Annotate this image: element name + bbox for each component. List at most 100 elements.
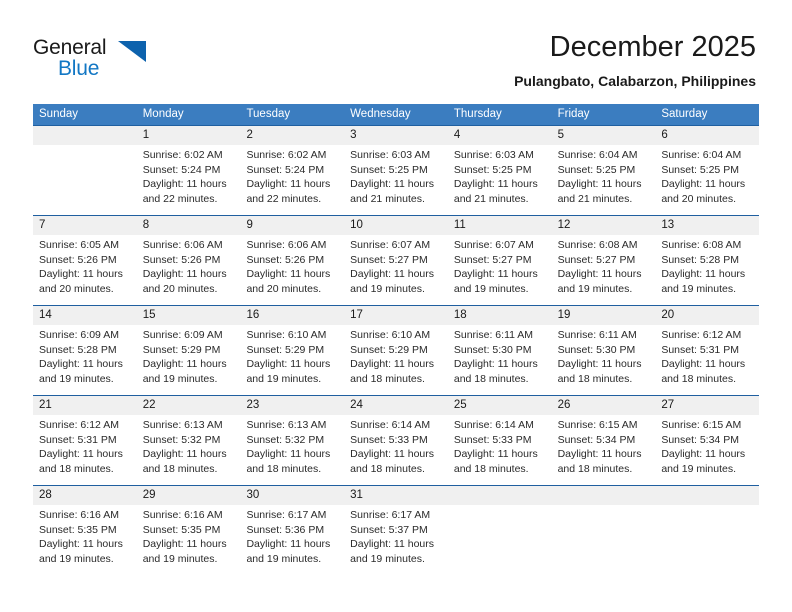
general-blue-logo[interactable]: General Blue <box>33 36 163 82</box>
sunrise-text: Sunrise: 6:04 AM <box>661 149 742 161</box>
day-cell[interactable] <box>33 145 137 215</box>
day-number: 12 <box>557 219 571 231</box>
daylight-text: Daylight: 11 hours and 19 minutes. <box>350 268 435 295</box>
day-cell[interactable]: Sunrise: 6:08 AM Sunset: 5:28 PM Dayligh… <box>655 235 759 305</box>
day-cell[interactable]: Sunrise: 6:02 AM Sunset: 5:24 PM Dayligh… <box>240 145 344 215</box>
day-number: 5 <box>557 129 564 141</box>
day-cell[interactable]: Sunrise: 6:16 AM Sunset: 5:35 PM Dayligh… <box>137 505 241 575</box>
daylight-text: Daylight: 11 hours and 18 minutes. <box>246 448 331 475</box>
day-cell[interactable]: Sunrise: 6:03 AM Sunset: 5:25 PM Dayligh… <box>344 145 448 215</box>
day-number: 2 <box>246 129 253 141</box>
logo-triangle-icon <box>118 41 146 62</box>
sunrise-text: Sunrise: 6:09 AM <box>39 329 119 341</box>
weekday-header-tuesday: Tuesday <box>246 108 291 120</box>
page-subtitle: Pulangbato, Calabarzon, Philippines <box>514 73 756 89</box>
day-number: 17 <box>350 309 363 321</box>
day-number: 26 <box>557 399 571 411</box>
day-cell[interactable]: Sunrise: 6:07 AM Sunset: 5:27 PM Dayligh… <box>448 235 552 305</box>
day-cell[interactable]: Sunrise: 6:02 AM Sunset: 5:24 PM Dayligh… <box>137 145 241 215</box>
daylight-text: Daylight: 11 hours and 18 minutes. <box>350 448 435 475</box>
weekday-header-row: Sunday Monday Tuesday Wednesday Thursday… <box>33 104 759 125</box>
sunset-text: Sunset: 5:25 PM <box>350 163 428 176</box>
sunset-text: Sunset: 5:35 PM <box>142 523 221 536</box>
daylight-text: Daylight: 11 hours and 19 minutes. <box>39 538 123 565</box>
sunrise-text: Sunrise: 6:11 AM <box>557 329 637 341</box>
day-cell[interactable]: Sunrise: 6:08 AM Sunset: 5:27 PM Dayligh… <box>552 235 656 305</box>
day-cell[interactable]: Sunrise: 6:04 AM Sunset: 5:25 PM Dayligh… <box>655 145 759 215</box>
sunset-text: Sunset: 5:30 PM <box>557 343 636 356</box>
day-number: 20 <box>661 309 675 321</box>
sunset-text: Sunset: 5:25 PM <box>557 163 636 176</box>
week-daynumber-band: 7 8 9 10 11 12 13 <box>33 216 759 235</box>
day-cell[interactable] <box>448 505 552 575</box>
day-cell[interactable]: Sunrise: 6:14 AM Sunset: 5:33 PM Dayligh… <box>344 415 448 485</box>
day-number: 14 <box>39 309 52 321</box>
week-content-row: Sunrise: 6:12 AM Sunset: 5:31 PM Dayligh… <box>33 415 759 485</box>
sunrise-text: Sunrise: 6:14 AM <box>350 419 431 431</box>
day-cell[interactable]: Sunrise: 6:16 AM Sunset: 5:35 PM Dayligh… <box>33 505 137 575</box>
day-cell[interactable]: Sunrise: 6:03 AM Sunset: 5:25 PM Dayligh… <box>448 145 552 215</box>
day-cell[interactable]: Sunrise: 6:06 AM Sunset: 5:26 PM Dayligh… <box>137 235 241 305</box>
sunrise-text: Sunrise: 6:11 AM <box>453 329 534 341</box>
daylight-text: Daylight: 11 hours and 20 minutes. <box>142 268 227 295</box>
daylight-text: Daylight: 11 hours and 21 minutes. <box>350 178 435 205</box>
day-cell[interactable]: Sunrise: 6:10 AM Sunset: 5:29 PM Dayligh… <box>344 325 448 395</box>
day-cell[interactable]: Sunrise: 6:06 AM Sunset: 5:26 PM Dayligh… <box>240 235 344 305</box>
daylight-text: Daylight: 11 hours and 19 minutes. <box>39 358 123 385</box>
day-number: 21 <box>39 399 52 411</box>
daylight-text: Daylight: 11 hours and 19 minutes. <box>142 538 227 565</box>
daylight-text: Daylight: 11 hours and 18 minutes. <box>39 448 123 475</box>
day-number: 7 <box>39 219 46 231</box>
day-cell[interactable]: Sunrise: 6:09 AM Sunset: 5:29 PM Dayligh… <box>137 325 241 395</box>
sunset-text: Sunset: 5:25 PM <box>453 163 532 176</box>
day-cell[interactable]: Sunrise: 6:13 AM Sunset: 5:32 PM Dayligh… <box>240 415 344 485</box>
week-daynumber-band: 14 15 16 17 18 19 20 <box>33 306 759 325</box>
week-row: 14 15 16 17 18 19 20 Sunrise: 6:09 AM Su… <box>33 305 759 395</box>
day-cell[interactable]: Sunrise: 6:14 AM Sunset: 5:33 PM Dayligh… <box>448 415 552 485</box>
daylight-text: Daylight: 11 hours and 20 minutes. <box>39 268 123 295</box>
sunrise-text: Sunrise: 6:14 AM <box>453 419 534 431</box>
day-cell[interactable]: Sunrise: 6:12 AM Sunset: 5:31 PM Dayligh… <box>655 325 759 395</box>
day-cell[interactable]: Sunrise: 6:04 AM Sunset: 5:25 PM Dayligh… <box>552 145 656 215</box>
day-cell[interactable]: Sunrise: 6:11 AM Sunset: 5:30 PM Dayligh… <box>552 325 656 395</box>
sunset-text: Sunset: 5:35 PM <box>39 523 117 536</box>
sunset-text: Sunset: 5:36 PM <box>246 523 325 536</box>
day-cell[interactable]: Sunrise: 6:15 AM Sunset: 5:34 PM Dayligh… <box>655 415 759 485</box>
sunset-text: Sunset: 5:37 PM <box>350 523 428 536</box>
day-cell[interactable]: Sunrise: 6:17 AM Sunset: 5:37 PM Dayligh… <box>344 505 448 575</box>
day-cell[interactable]: Sunrise: 6:13 AM Sunset: 5:32 PM Dayligh… <box>137 415 241 485</box>
sunset-text: Sunset: 5:27 PM <box>557 253 636 266</box>
sunrise-text: Sunrise: 6:07 AM <box>453 239 534 251</box>
day-number <box>552 486 656 505</box>
day-number: 19 <box>557 309 571 321</box>
weekday-header-friday: Friday <box>557 108 590 120</box>
day-number: 31 <box>350 489 363 501</box>
day-cell[interactable] <box>655 505 759 575</box>
day-number: 27 <box>661 399 675 411</box>
day-cell[interactable]: Sunrise: 6:09 AM Sunset: 5:28 PM Dayligh… <box>33 325 137 395</box>
day-cell[interactable]: Sunrise: 6:15 AM Sunset: 5:34 PM Dayligh… <box>552 415 656 485</box>
week-daynumber-band: 28 29 30 31 <box>33 486 759 505</box>
day-cell[interactable] <box>552 505 656 575</box>
daylight-text: Daylight: 11 hours and 20 minutes. <box>661 178 746 205</box>
daylight-text: Daylight: 11 hours and 19 minutes. <box>661 268 746 295</box>
sunset-text: Sunset: 5:26 PM <box>39 253 117 266</box>
sunrise-text: Sunrise: 6:03 AM <box>350 149 431 161</box>
title-block: December 2025 Pulangbato, Calabarzon, Ph… <box>514 30 756 90</box>
sunset-text: Sunset: 5:28 PM <box>39 343 117 356</box>
day-cell[interactable]: Sunrise: 6:17 AM Sunset: 5:36 PM Dayligh… <box>240 505 344 575</box>
day-cell[interactable]: Sunrise: 6:07 AM Sunset: 5:27 PM Dayligh… <box>344 235 448 305</box>
day-cell[interactable]: Sunrise: 6:12 AM Sunset: 5:31 PM Dayligh… <box>33 415 137 485</box>
day-cell[interactable]: Sunrise: 6:05 AM Sunset: 5:26 PM Dayligh… <box>33 235 137 305</box>
sunrise-text: Sunrise: 6:09 AM <box>142 329 223 341</box>
sunrise-text: Sunrise: 6:12 AM <box>39 419 119 431</box>
sunrise-text: Sunrise: 6:10 AM <box>350 329 431 341</box>
week-row: 21 22 23 24 25 26 27 Sunrise: 6:12 AM Su… <box>33 395 759 485</box>
sunrise-text: Sunrise: 6:06 AM <box>246 239 327 251</box>
sunset-text: Sunset: 5:25 PM <box>661 163 739 176</box>
day-cell[interactable]: Sunrise: 6:10 AM Sunset: 5:29 PM Dayligh… <box>240 325 344 395</box>
daylight-text: Daylight: 11 hours and 21 minutes. <box>453 178 538 205</box>
day-cell[interactable]: Sunrise: 6:11 AM Sunset: 5:30 PM Dayligh… <box>448 325 552 395</box>
daylight-text: Daylight: 11 hours and 19 minutes. <box>453 268 538 295</box>
daylight-text: Daylight: 11 hours and 18 minutes. <box>142 448 227 475</box>
